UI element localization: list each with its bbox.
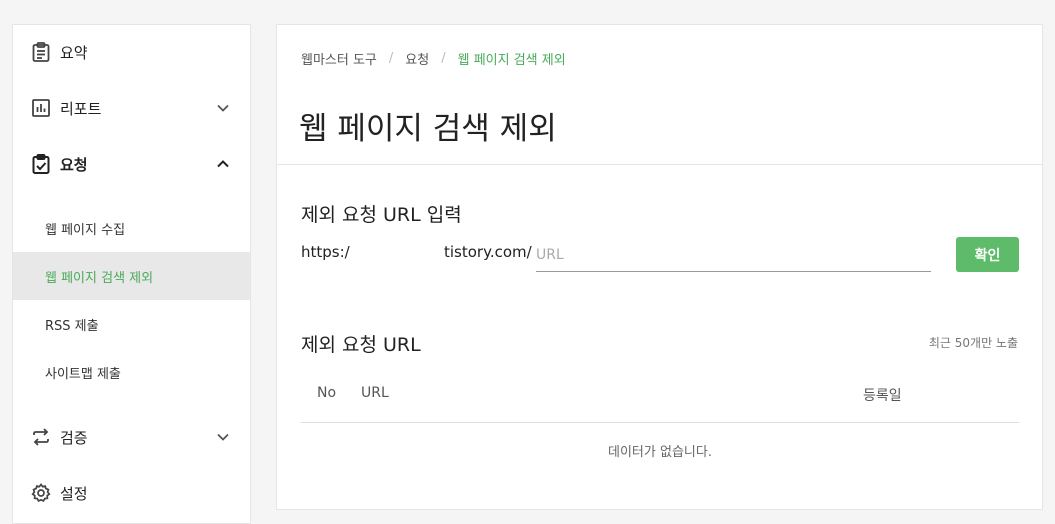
sub-item-rss-submit[interactable]: RSS 제출 xyxy=(13,300,250,348)
table-divider xyxy=(301,422,1019,423)
empty-message: 데이터가 없습니다. xyxy=(608,445,712,460)
breadcrumb-current: 웹 페이지 검색 제외 xyxy=(457,53,566,68)
nav-item-request[interactable]: 요청 xyxy=(13,138,250,190)
nav-item-settings[interactable]: 설정 xyxy=(13,467,250,519)
chevron-up-icon[interactable] xyxy=(216,157,230,171)
breadcrumb: 웹마스터 도구 / 요청 / 웹 페이지 검색 제외 xyxy=(301,49,566,68)
nav-item-verify[interactable]: 검증 xyxy=(13,411,250,463)
divider xyxy=(277,164,1042,165)
sub-item-page-collect[interactable]: 웹 페이지 수집 xyxy=(13,204,250,252)
url-suffix: tistory.com/ xyxy=(444,243,532,261)
list-section-title: 제외 요청 URL xyxy=(301,334,421,356)
gear-icon xyxy=(31,483,51,502)
redacted-blog-name xyxy=(352,237,442,267)
repeat-icon xyxy=(33,428,49,446)
nav-label-report: 리포트 xyxy=(60,99,102,118)
sub-item-sitemap-submit[interactable]: 사이트맵 제출 xyxy=(13,348,250,396)
page-title: 웹 페이지 검색 제외 xyxy=(299,111,557,147)
clipboard-icon xyxy=(32,42,50,62)
sub-item-label: 웹 페이지 검색 제외 xyxy=(45,270,154,286)
url-prefix: https:/ xyxy=(301,243,350,261)
breadcrumb-webmaster[interactable]: 웹마스터 도구 xyxy=(301,49,377,68)
sub-item-search-exclude[interactable]: 웹 페이지 검색 제외 xyxy=(13,252,250,300)
breadcrumb-request[interactable]: 요청 xyxy=(405,49,429,68)
breadcrumb-separator: / xyxy=(388,51,394,66)
main-panel: 웹마스터 도구 / 요청 / 웹 페이지 검색 제외 웹 페이지 검색 제외 제… xyxy=(276,24,1043,510)
nav-label-verify: 검증 xyxy=(60,428,88,447)
sub-item-label: 사이트맵 제출 xyxy=(45,366,121,382)
clipboard-check-icon xyxy=(32,154,50,174)
sub-item-label: RSS 제출 xyxy=(45,318,99,334)
chevron-down-icon[interactable] xyxy=(216,430,230,444)
breadcrumb-separator: / xyxy=(441,51,446,66)
chevron-down-icon[interactable] xyxy=(216,101,230,115)
nav-label-request: 요청 xyxy=(60,155,88,174)
column-header-url: URL xyxy=(361,385,389,401)
url-input[interactable] xyxy=(536,239,931,272)
nav-item-summary[interactable]: 요약 xyxy=(13,26,250,78)
sidebar: 요약 리포트 요청 웹 페이지 수집 웹 페이지 검색 제외 RSS 제출 사이… xyxy=(12,24,251,524)
nav-item-report[interactable]: 리포트 xyxy=(13,82,250,134)
confirm-button[interactable]: 확인 xyxy=(956,237,1019,272)
column-header-no: No xyxy=(317,385,337,401)
nav-label-summary: 요약 xyxy=(60,43,88,62)
form-section-title: 제외 요청 URL 입력 xyxy=(301,204,462,226)
list-note: 최근 50개만 노출 xyxy=(928,336,1018,350)
column-header-date: 등록일 xyxy=(863,388,902,404)
nav-label-settings: 설정 xyxy=(60,484,88,503)
bar-chart-icon xyxy=(32,99,50,117)
sub-item-label: 웹 페이지 수집 xyxy=(45,222,126,238)
